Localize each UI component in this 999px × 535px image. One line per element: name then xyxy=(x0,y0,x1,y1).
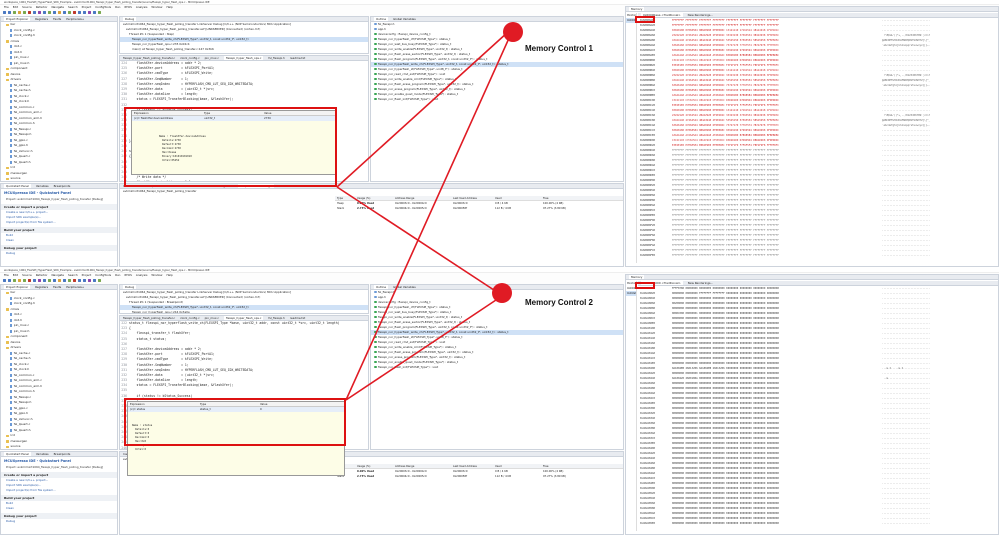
callout-label-1: Memory Control 1 xyxy=(525,44,594,53)
callout-dot-1 xyxy=(503,22,523,42)
callout-lines xyxy=(336,31,511,401)
callout-label-2: Memory Control 2 xyxy=(525,298,594,307)
callout-line xyxy=(336,31,509,188)
callout-dot-2 xyxy=(492,283,512,303)
